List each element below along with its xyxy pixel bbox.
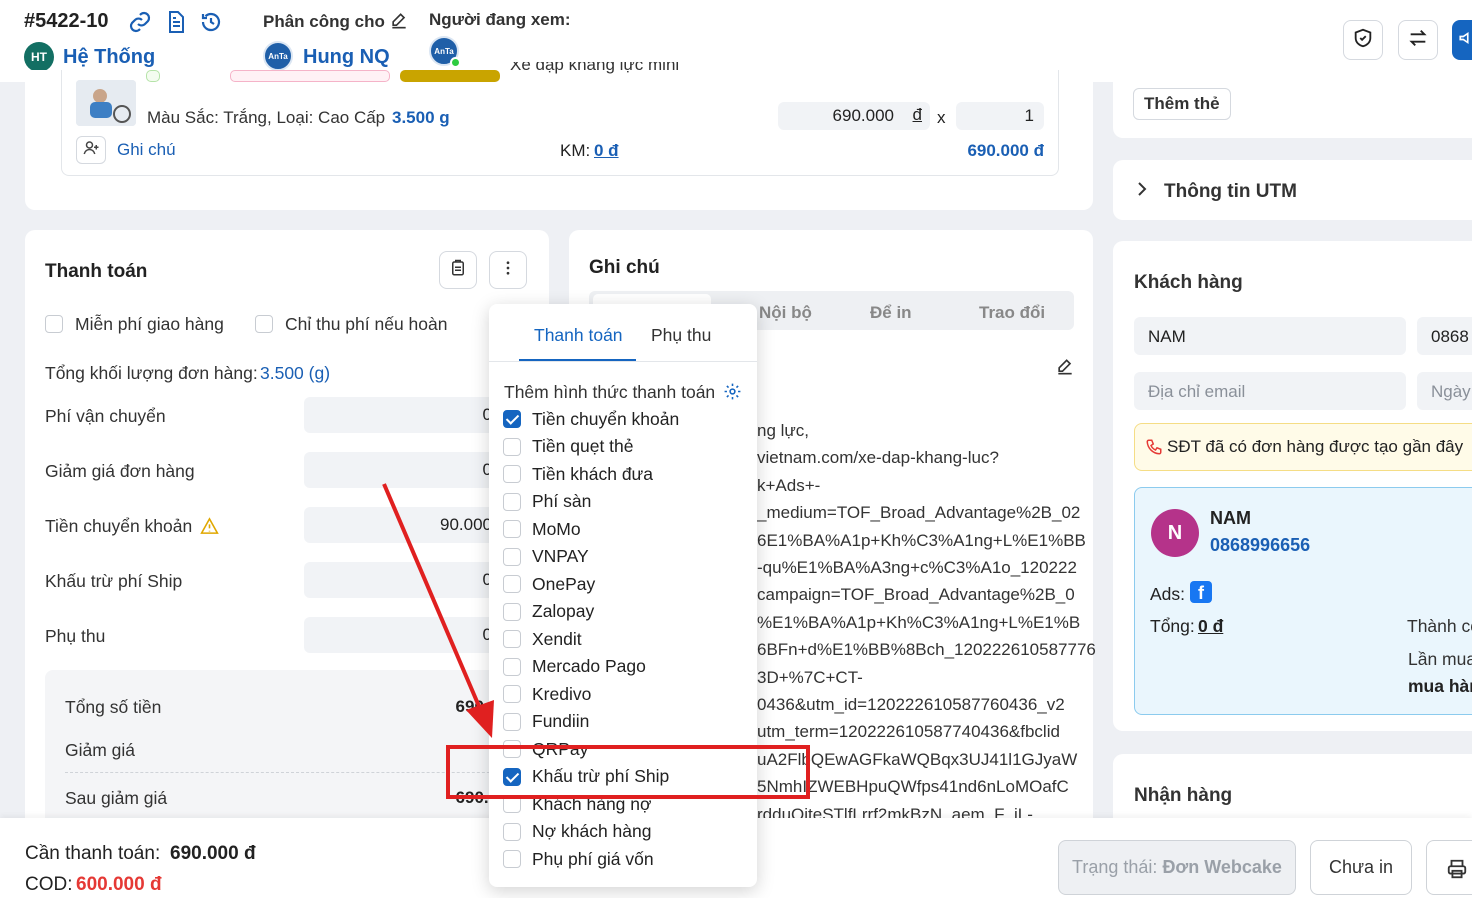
annotation-arrow [382,483,810,799]
